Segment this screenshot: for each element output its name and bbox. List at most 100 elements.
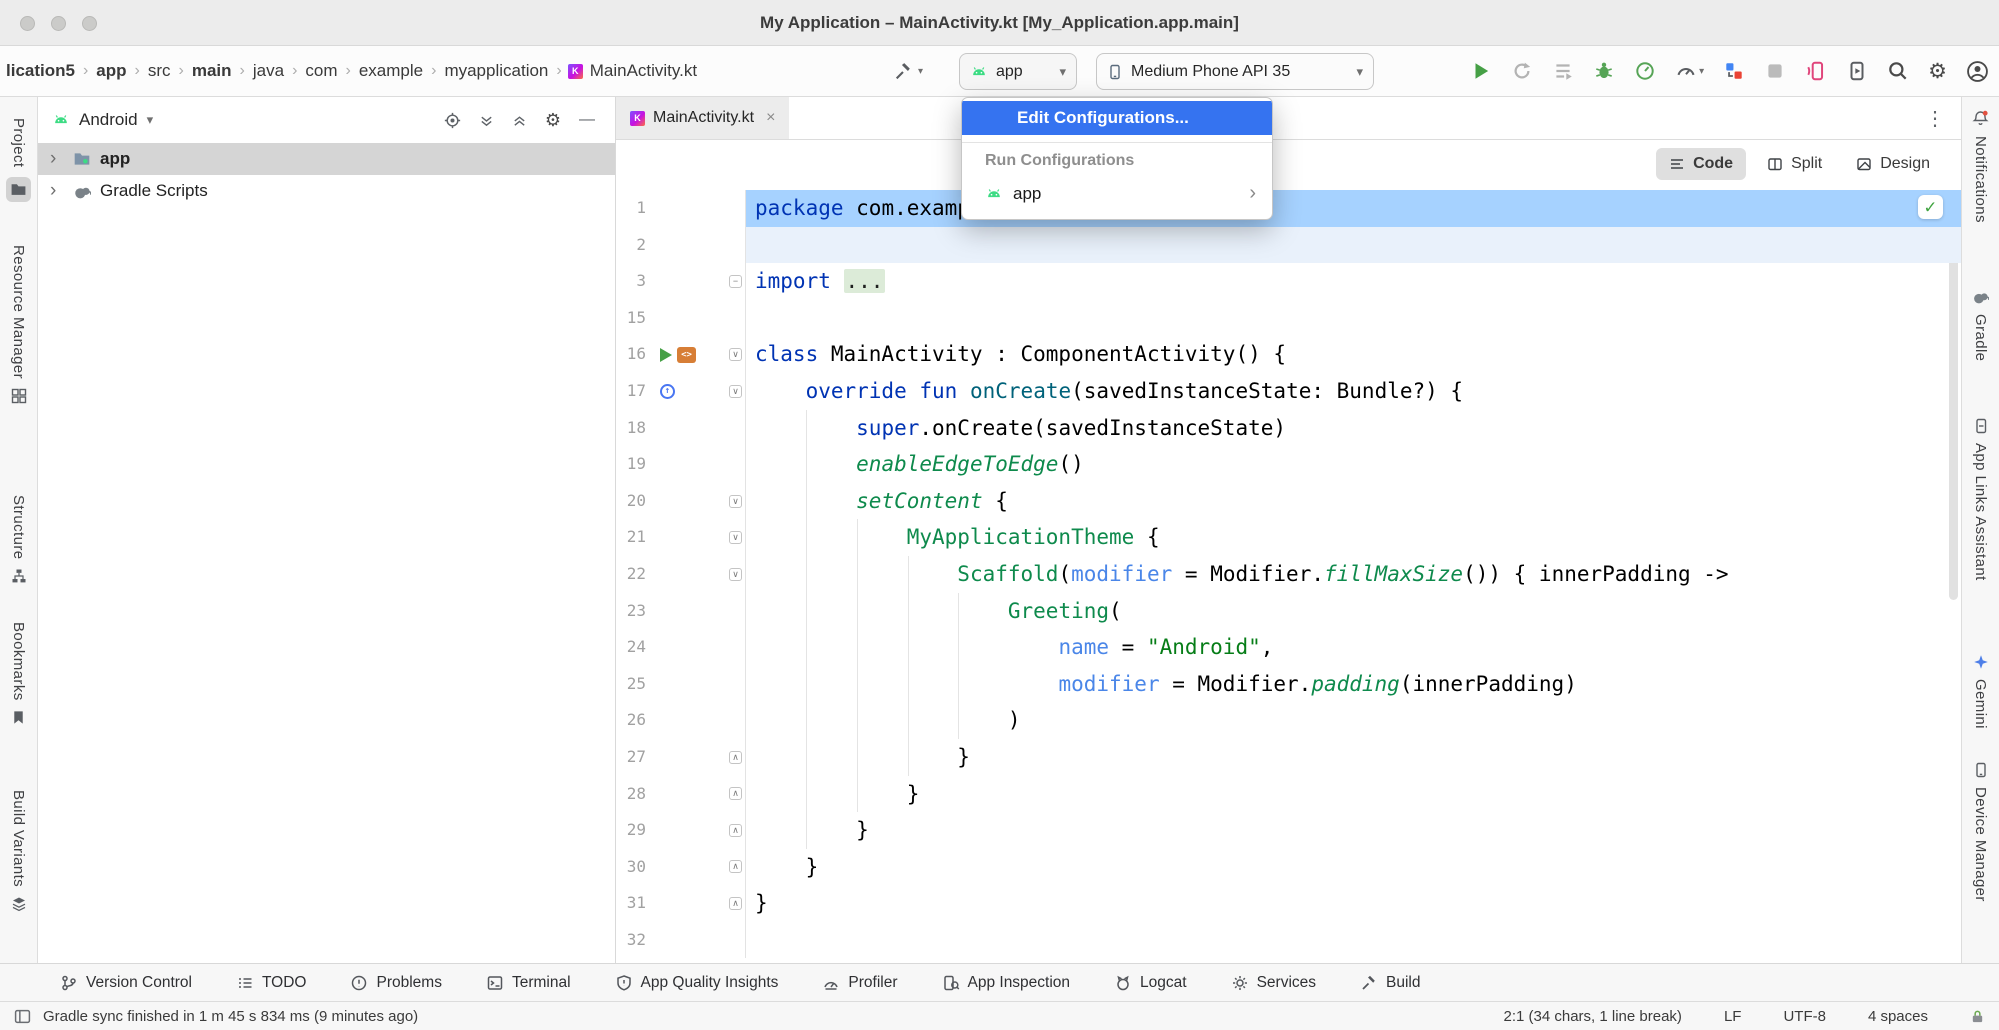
- code-line[interactable]: 16<>∨class MainActivity : ComponentActiv…: [616, 336, 1961, 373]
- sidebar-item-notifications[interactable]: Notifications: [1962, 110, 1999, 223]
- sidebar-item-bookmarks[interactable]: Bookmarks: [0, 622, 37, 725]
- override-gutter-icon[interactable]: ↑: [660, 384, 675, 399]
- breadcrumb-item[interactable]: lication5: [4, 61, 77, 81]
- sidebar-item-gradle[interactable]: Gradle: [1962, 288, 1999, 361]
- code-line[interactable]: 23 Greeting(: [616, 593, 1961, 630]
- profiler-button[interactable]: [1634, 60, 1656, 82]
- run-config-selector[interactable]: app ▾: [959, 53, 1077, 90]
- tool-window-switcher-icon[interactable]: [14, 1008, 31, 1025]
- code-line[interactable]: 20∨ setContent {: [616, 483, 1961, 520]
- sidebar-item-app-links-assistant[interactable]: App Links Assistant: [1962, 418, 1999, 581]
- code-line[interactable]: 17↑∨ override fun onCreate(savedInstance…: [616, 373, 1961, 410]
- sidebar-item-structure[interactable]: Structure: [0, 495, 37, 584]
- code-line[interactable]: 26 ): [616, 702, 1961, 739]
- sidebar-item-gemini[interactable]: Gemini: [1962, 654, 1999, 729]
- tool-terminal[interactable]: Terminal: [486, 974, 571, 992]
- code-line[interactable]: 25 modifier = Modifier.padding(innerPadd…: [616, 666, 1961, 703]
- editor-options-kebab-icon[interactable]: ⋮: [1925, 106, 1961, 131]
- breadcrumb-item[interactable]: app: [94, 61, 128, 81]
- lock-icon[interactable]: [1970, 1009, 1985, 1024]
- fold-marker-icon[interactable]: ∨: [729, 385, 742, 398]
- apply-code-changes-button[interactable]: [1552, 60, 1574, 82]
- breadcrumb-item[interactable]: java: [251, 61, 286, 81]
- close-window-button[interactable]: [20, 16, 35, 31]
- tool-profiler[interactable]: Profiler: [822, 974, 897, 992]
- breadcrumb-item[interactable]: com: [303, 61, 339, 81]
- tool-todo[interactable]: TODO: [236, 974, 307, 992]
- code-editor[interactable]: 1package com.example.myapplication23−imp…: [616, 190, 1961, 963]
- fold-marker-icon[interactable]: ∨: [729, 348, 742, 361]
- running-devices-button[interactable]: [1846, 60, 1868, 82]
- code-line[interactable]: 18 super.onCreate(savedInstanceState): [616, 410, 1961, 447]
- tool-logcat[interactable]: Logcat: [1114, 974, 1187, 992]
- tab-mainactivity[interactable]: K MainActivity.kt ×: [616, 97, 789, 139]
- tool-app-quality-insights[interactable]: App Quality Insights: [615, 974, 779, 992]
- expand-all-button[interactable]: [479, 113, 494, 128]
- fold-marker-icon[interactable]: ∧: [729, 860, 742, 873]
- sidebar-item-resource-manager[interactable]: Resource Manager: [0, 245, 37, 404]
- fold-marker-icon[interactable]: −: [729, 275, 742, 288]
- sidebar-item-device-manager[interactable]: Device Manager: [1962, 762, 1999, 902]
- fold-marker-icon[interactable]: ∧: [729, 824, 742, 837]
- minimize-window-button[interactable]: [51, 16, 66, 31]
- tool-problems[interactable]: Problems: [350, 974, 441, 992]
- tree-row-app[interactable]: › app: [38, 143, 615, 175]
- fold-marker-icon[interactable]: ∧: [729, 751, 742, 764]
- panel-settings-button[interactable]: ⚙: [545, 110, 561, 131]
- mode-code-button[interactable]: Code: [1656, 148, 1746, 180]
- zoom-window-button[interactable]: [82, 16, 97, 31]
- code-line[interactable]: 24 name = "Android",: [616, 629, 1961, 666]
- breadcrumb-item[interactable]: example: [357, 61, 425, 81]
- mode-design-button[interactable]: Design: [1843, 148, 1943, 180]
- attach-debugger-button[interactable]: [1723, 60, 1745, 82]
- indent-widget[interactable]: 4 spaces: [1868, 1008, 1928, 1025]
- run-gutter-icon[interactable]: [660, 348, 672, 362]
- profile-app-dropdown-button[interactable]: ▾: [1675, 60, 1704, 82]
- code-line[interactable]: 31∧}: [616, 885, 1961, 922]
- fold-marker-icon[interactable]: ∧: [729, 787, 742, 800]
- caret-position-widget[interactable]: 2:1 (34 chars, 1 line break): [1504, 1008, 1682, 1025]
- tool-services[interactable]: Services: [1231, 974, 1316, 992]
- line-separator-widget[interactable]: LF: [1724, 1008, 1742, 1025]
- code-line[interactable]: 29∧ }: [616, 812, 1961, 849]
- tree-row-gradle-scripts[interactable]: › Gradle Scripts: [38, 175, 615, 207]
- chevron-right-icon[interactable]: ›: [50, 180, 64, 202]
- code-line[interactable]: 1package com.example.myapplication: [616, 190, 1961, 227]
- sidebar-item-build-variants[interactable]: Build Variants: [0, 790, 37, 912]
- tool-build[interactable]: Build: [1360, 974, 1420, 992]
- inspection-status-widget[interactable]: ✓: [1918, 195, 1943, 219]
- chevron-right-icon[interactable]: ›: [50, 148, 64, 170]
- tool-app-inspection[interactable]: App Inspection: [942, 974, 1071, 992]
- code-line[interactable]: 21∨ MyApplicationTheme {: [616, 519, 1961, 556]
- profile-avatar-button[interactable]: [1966, 60, 1989, 83]
- fold-marker-icon[interactable]: ∧: [729, 897, 742, 910]
- code-line[interactable]: 32: [616, 922, 1961, 959]
- code-line[interactable]: 30∧ }: [616, 849, 1961, 886]
- close-tab-icon[interactable]: ×: [766, 109, 775, 127]
- project-view-selector[interactable]: Android: [79, 110, 138, 130]
- code-line[interactable]: 28∧ }: [616, 776, 1961, 813]
- fold-marker-icon[interactable]: ∨: [729, 531, 742, 544]
- apply-changes-button[interactable]: [1511, 60, 1533, 82]
- device-selector[interactable]: Medium Phone API 35 ▾: [1096, 53, 1374, 90]
- debug-button[interactable]: [1593, 60, 1615, 82]
- search-everywhere-button[interactable]: [1887, 60, 1909, 82]
- settings-button[interactable]: ⚙: [1928, 59, 1947, 83]
- build-hammer-button[interactable]: ▾: [893, 46, 923, 96]
- run-button[interactable]: [1470, 60, 1492, 82]
- fold-marker-icon[interactable]: ∨: [729, 495, 742, 508]
- locate-file-button[interactable]: [444, 112, 461, 129]
- device-mirroring-button[interactable]: [1805, 60, 1827, 82]
- code-line[interactable]: 22∨ Scaffold(modifier = Modifier.fillMax…: [616, 556, 1961, 593]
- breadcrumb-item[interactable]: src: [146, 61, 173, 81]
- menu-item-edit-configurations[interactable]: Edit Configurations...: [962, 101, 1272, 135]
- sidebar-item-project[interactable]: Project: [0, 118, 37, 202]
- code-line[interactable]: 3−import ...: [616, 263, 1961, 300]
- encoding-widget[interactable]: UTF-8: [1783, 1008, 1826, 1025]
- breadcrumb-item[interactable]: myapplication: [442, 61, 550, 81]
- breadcrumb-item[interactable]: main: [190, 61, 234, 81]
- fold-marker-icon[interactable]: ∨: [729, 568, 742, 581]
- collapse-all-button[interactable]: [512, 113, 527, 128]
- activity-gutter-icon[interactable]: <>: [677, 347, 696, 363]
- code-line[interactable]: 15: [616, 300, 1961, 337]
